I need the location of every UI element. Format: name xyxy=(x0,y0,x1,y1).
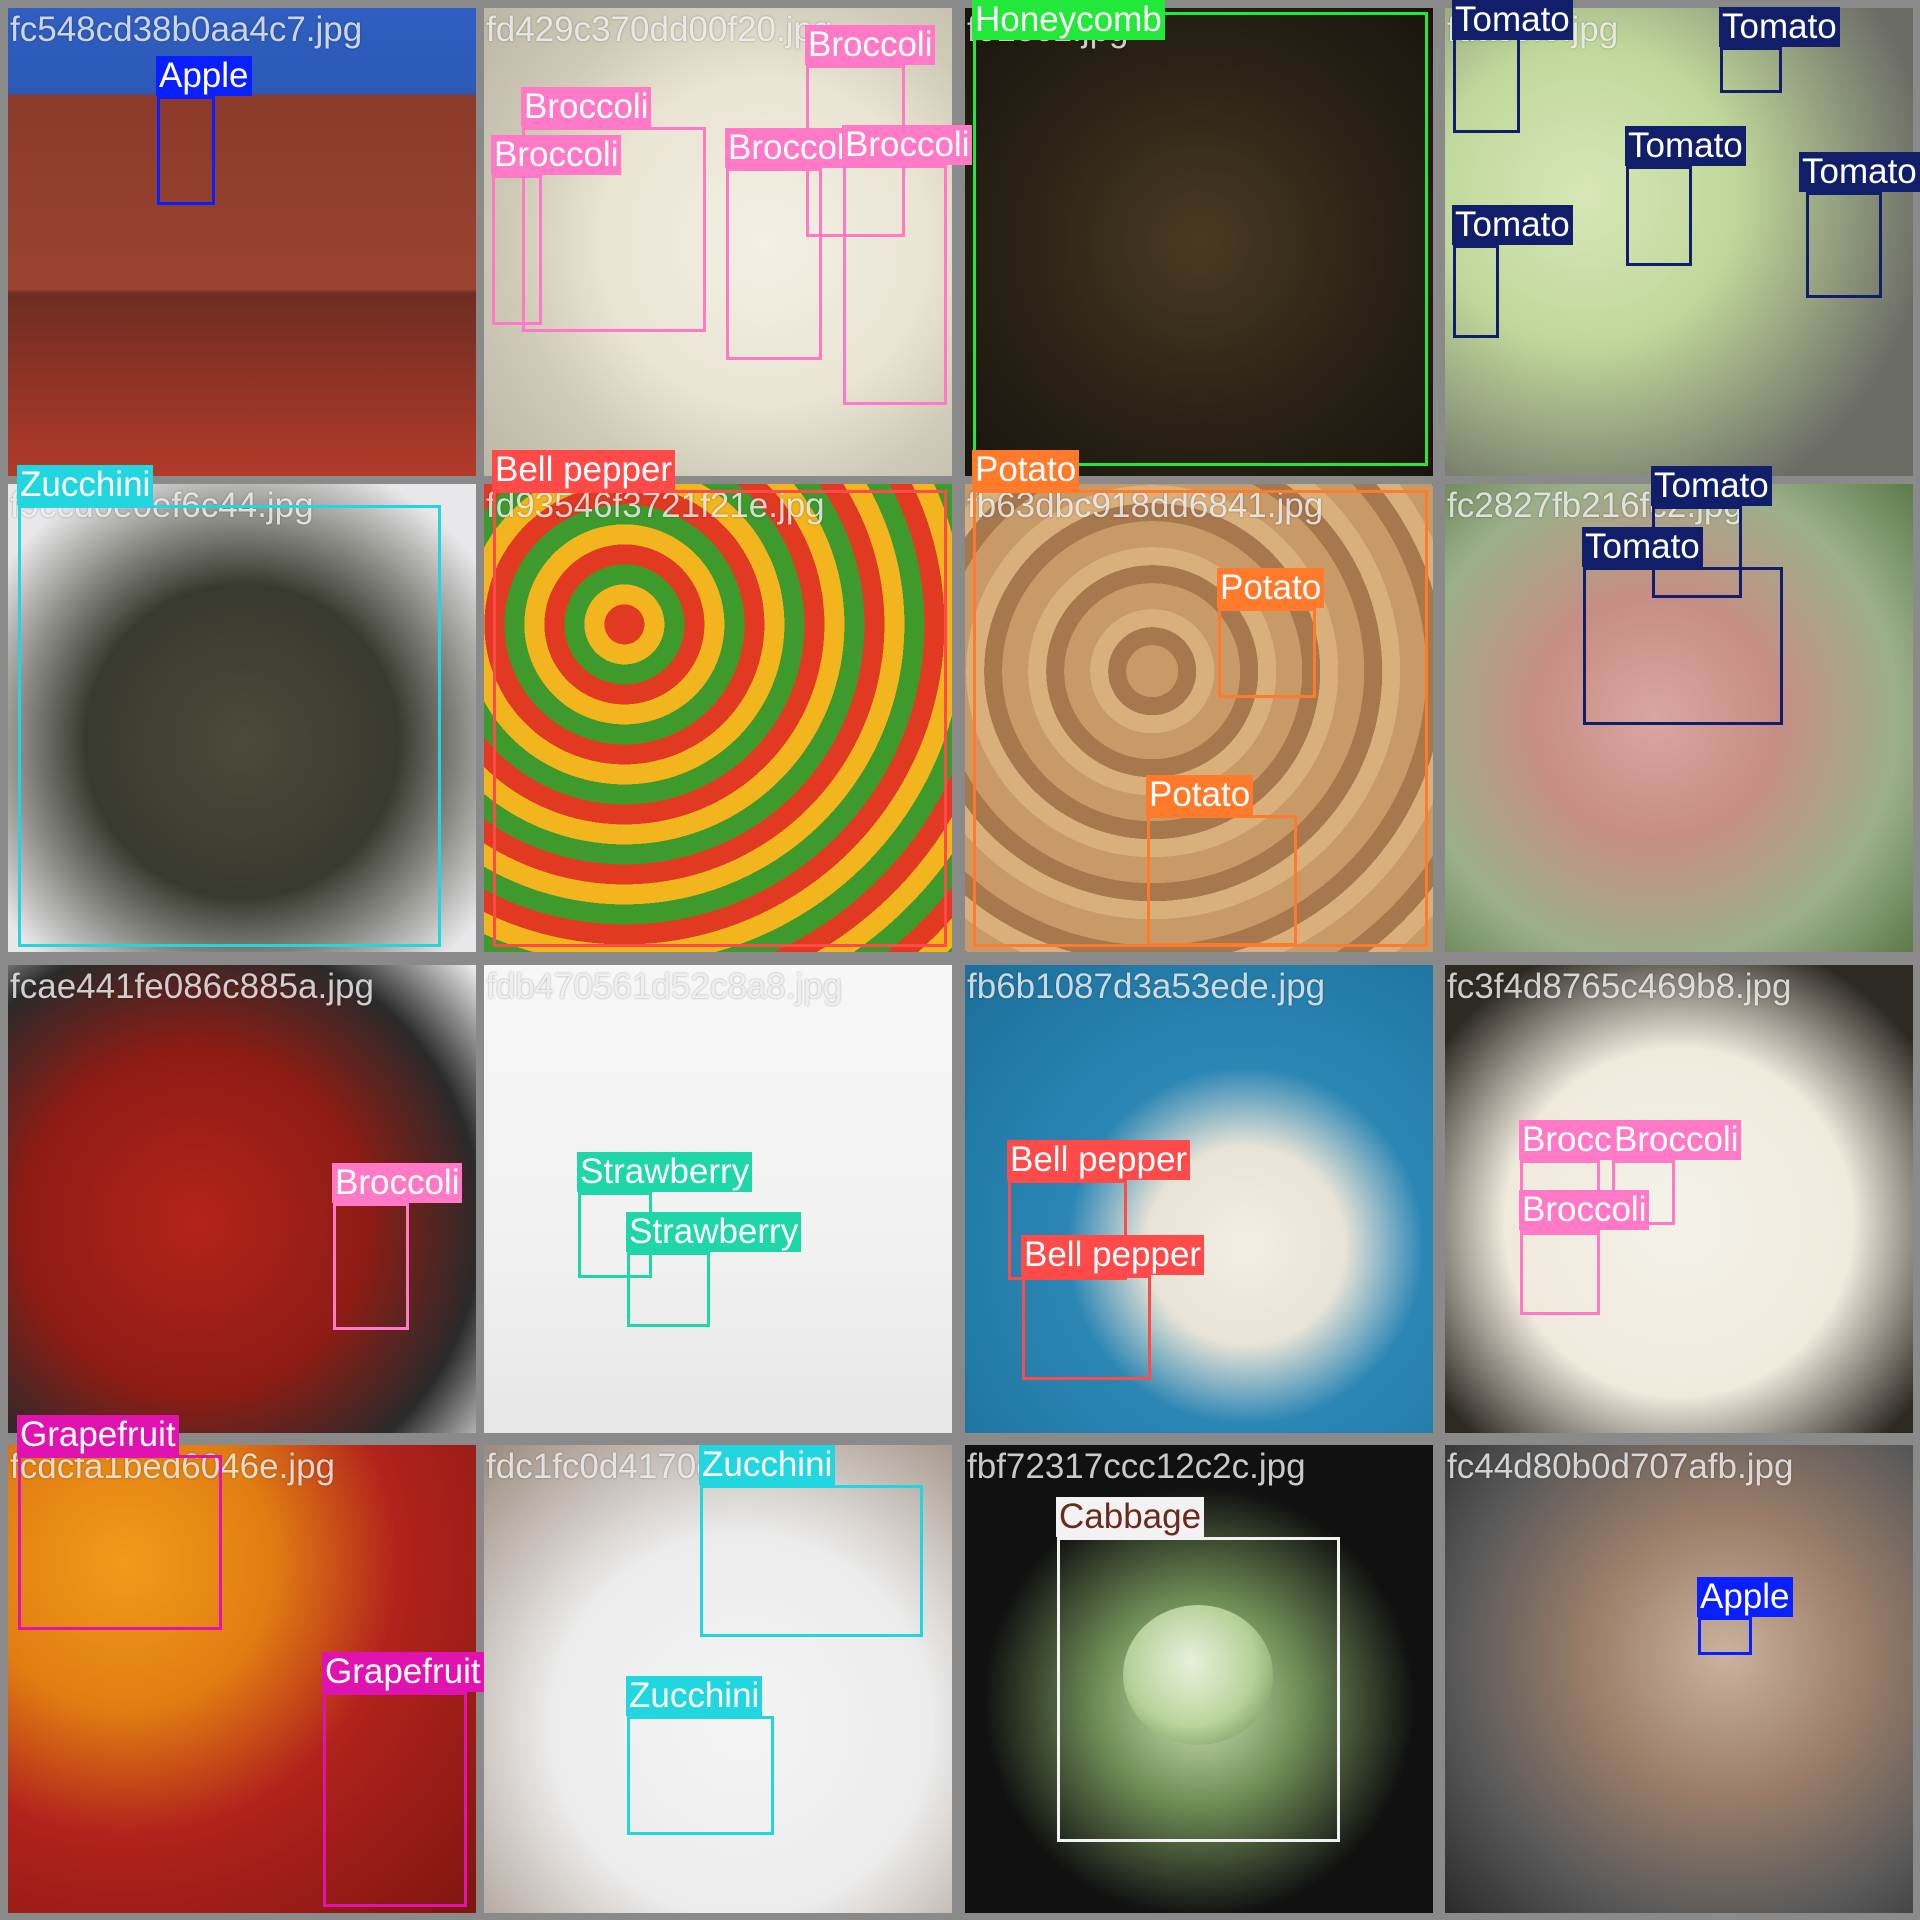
detection-box[interactable] xyxy=(1057,1537,1340,1842)
detection-label: Broccoli xyxy=(521,87,652,127)
detection-box[interactable] xyxy=(493,490,947,947)
detection-label: Potato xyxy=(972,450,1080,490)
detection-box[interactable] xyxy=(843,165,947,405)
detection-box[interactable] xyxy=(1022,1275,1151,1380)
detection-label: Tomato xyxy=(1625,126,1746,166)
detection-box[interactable] xyxy=(1453,245,1499,338)
detection-box[interactable] xyxy=(627,1716,774,1835)
detection-box[interactable] xyxy=(18,505,441,947)
detection-label: Apple xyxy=(1697,1577,1793,1617)
detection-box[interactable] xyxy=(18,1455,222,1630)
detection-label: Potato xyxy=(1217,568,1325,608)
detection-box[interactable] xyxy=(627,1252,710,1327)
detection-box[interactable] xyxy=(1520,1230,1600,1315)
detection-box[interactable] xyxy=(973,12,1428,466)
detection-label: Potato xyxy=(1146,775,1254,815)
detection-label: Zucchini xyxy=(17,465,154,505)
detection-box[interactable] xyxy=(700,1485,923,1637)
detection-box[interactable] xyxy=(1453,35,1520,133)
detection-label: Tomato xyxy=(1582,527,1703,567)
detection-label: Cabbage xyxy=(1056,1497,1205,1537)
detection-box[interactable] xyxy=(333,1203,409,1330)
detection-box[interactable] xyxy=(1626,166,1692,266)
detection-label: Apple xyxy=(156,56,252,96)
detection-label: Grapefruit xyxy=(17,1415,179,1455)
tile-photo xyxy=(484,965,952,1433)
detection-label: Tomato xyxy=(1452,205,1573,245)
detection-box[interactable] xyxy=(1806,192,1882,298)
detection-box[interactable] xyxy=(157,96,215,205)
detection-label: Broccoli xyxy=(1611,1120,1742,1160)
detection-label: Tomato xyxy=(1719,7,1840,47)
detection-label: Broccoli xyxy=(805,25,936,65)
detection-box[interactable] xyxy=(1583,567,1783,725)
detection-label: Tomato xyxy=(1651,466,1772,506)
tile-photo xyxy=(1445,965,1913,1433)
detection-mosaic: fc548cd38b0aa4c7.jpg fd429c370dd00f20.jpg… xyxy=(0,0,1920,1920)
tile-photo xyxy=(1445,1445,1913,1913)
detection-label: Bell pepper xyxy=(492,450,676,490)
applebees-sign-icon xyxy=(98,178,398,273)
detection-label: Broccoli xyxy=(1519,1190,1650,1230)
detection-label: Bell pepper xyxy=(1021,1235,1205,1275)
detection-label: Broccoli xyxy=(491,135,622,175)
detection-label: Strawberry xyxy=(626,1212,802,1252)
detection-box[interactable] xyxy=(492,175,542,325)
detection-box[interactable] xyxy=(1698,1617,1752,1655)
detection-label: Zucchini xyxy=(699,1445,836,1485)
detection-box[interactable] xyxy=(726,168,822,360)
image-tile[interactable]: fc44d80b0d707afb.jpg xyxy=(1445,1445,1913,1913)
detection-label: Tomato xyxy=(1799,152,1920,192)
detection-label: Strawberry xyxy=(577,1152,753,1192)
detection-box[interactable] xyxy=(1218,608,1316,698)
image-tile[interactable]: fdb470561d52c8a8.jpg xyxy=(484,965,952,1433)
detection-label: Tomato xyxy=(1452,0,1573,40)
detection-label: Grapefruit xyxy=(322,1652,484,1692)
detection-box[interactable] xyxy=(323,1692,467,1907)
detection-box[interactable] xyxy=(1147,815,1297,946)
detection-box[interactable] xyxy=(1720,47,1782,93)
image-tile[interactable]: fc3f4d8765c469b8.jpg xyxy=(1445,965,1913,1433)
detection-label: Broccoli xyxy=(332,1163,463,1203)
detection-label: Bell pepper xyxy=(1007,1140,1191,1180)
detection-label: Broccoli xyxy=(725,128,856,168)
detection-label: Broccoli xyxy=(842,125,973,165)
detection-label: Zucchini xyxy=(626,1676,763,1716)
detection-label: Honeycomb xyxy=(972,0,1165,40)
